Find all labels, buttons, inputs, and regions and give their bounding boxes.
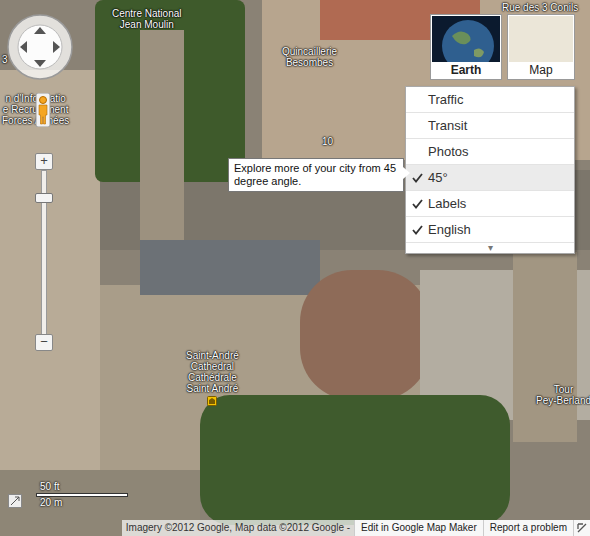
pan-down-icon[interactable] xyxy=(34,60,46,67)
building-block xyxy=(0,70,100,490)
map-label[interactable]: Centre NationalJean Moulin xyxy=(112,8,181,30)
menu-item[interactable]: English xyxy=(406,217,574,243)
menu-item[interactable]: Photos xyxy=(406,139,574,165)
pan-left-icon[interactable] xyxy=(20,41,27,53)
aerial-imagery[interactable] xyxy=(0,0,590,536)
scale-line xyxy=(36,493,128,497)
footer-link[interactable]: Report a problem xyxy=(483,520,573,536)
map-screen: Centre NationalJean Moulin Quincaillerie… xyxy=(0,0,590,536)
map-type-button[interactable]: Earth xyxy=(430,14,502,80)
footer-link[interactable]: Edit in Google Map Maker xyxy=(354,520,483,536)
footer-bar: Imagery ©2012 Google, Map data ©2012 Goo… xyxy=(122,520,590,536)
zoom-slider-handle[interactable] xyxy=(35,193,53,203)
pan-right-icon[interactable] xyxy=(53,41,60,53)
pan-up-icon[interactable] xyxy=(34,27,46,34)
scale-imperial: 50 ft xyxy=(36,481,128,493)
scale-metric: 20 m xyxy=(36,497,128,509)
checkmark-icon xyxy=(412,225,423,235)
menu-item[interactable]: 45° xyxy=(406,165,574,191)
earth-thumbnail-icon xyxy=(432,16,500,62)
menu-item[interactable]: Transit xyxy=(406,113,574,139)
menu-more-button[interactable]: ▾ xyxy=(406,243,574,253)
cathedral-apse xyxy=(300,270,430,400)
landmark-icon[interactable] xyxy=(207,396,217,406)
menu-item[interactable]: Traffic xyxy=(406,87,574,113)
map-label[interactable]: Saint-AndréCathedralCathédraleSaint Andr… xyxy=(186,350,239,406)
spire-block xyxy=(140,30,184,260)
map-label[interactable]: TourPey-Berland xyxy=(536,384,590,406)
menu-item[interactable]: Labels xyxy=(406,191,574,217)
collapse-corner-icon[interactable] xyxy=(573,520,590,536)
map-label[interactable]: 3 xyxy=(2,54,8,65)
map-label[interactable]: QuincaillerieBesombes xyxy=(282,46,337,68)
zoom-in-button[interactable]: + xyxy=(35,153,53,170)
tooltip: Explore more of your city from 45 degree… xyxy=(228,158,404,192)
checkmark-icon xyxy=(412,199,423,209)
map-type-button[interactable]: Map xyxy=(507,14,575,80)
cathedral-roof xyxy=(140,240,320,295)
tower-block xyxy=(513,252,577,442)
trees-area xyxy=(200,395,510,525)
zoom-out-button[interactable]: − xyxy=(35,334,53,351)
attribution: Imagery ©2012 Google, Map data ©2012 Goo… xyxy=(122,520,354,536)
map-thumbnail-icon xyxy=(509,16,573,62)
pegman-icon[interactable] xyxy=(34,93,52,127)
checkmark-icon xyxy=(412,173,423,183)
layers-menu: Traffic Transit Photos 45° Labels Englis… xyxy=(405,86,575,254)
overview-toggle-icon[interactable] xyxy=(8,494,22,508)
scale-bar: 50 ft 20 m xyxy=(36,481,128,509)
map-label[interactable]: Rue des 3 Conils xyxy=(502,2,578,13)
map-label[interactable]: 10 xyxy=(322,136,333,147)
pan-control[interactable] xyxy=(6,13,74,81)
